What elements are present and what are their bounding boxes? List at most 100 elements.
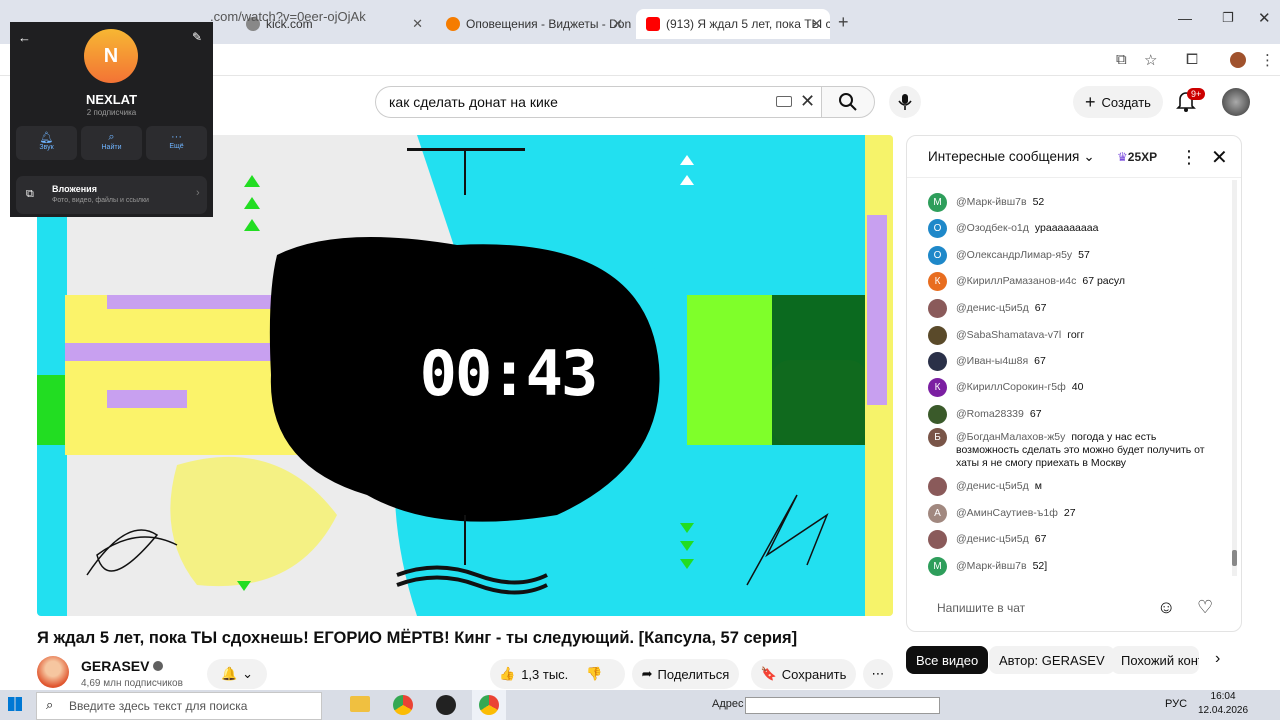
subscriber-count: 4,69 млн подписчиков [81,678,183,689]
chat-author-avatar[interactable]: M [928,557,947,576]
back-arrow-icon[interactable]: ← [18,30,31,45]
chat-message: О @Озодбек-о1д урааааааааа [928,219,1218,238]
chat-author-avatar[interactable]: О [928,219,947,238]
chat-scrollbar[interactable] [1232,180,1237,576]
chat-author-name[interactable]: @Roma28339 [956,408,1024,420]
chrome-icon [479,695,499,715]
chat-author-avatar[interactable]: M [928,193,947,212]
share-button[interactable]: ➦ Поделиться [632,659,739,689]
chat-author-name[interactable]: @Марк-йвш7в [956,196,1027,208]
chat-author-avatar[interactable] [928,352,947,371]
chat-author-name[interactable]: @КириллСорокин-г5ф [956,381,1066,393]
edit-pencil-icon[interactable]: ✎ [192,30,202,44]
tab-youtube[interactable]: (913) Я ждал 5 лет, пока ТЫ сд ✕ [636,9,830,39]
menu-dots-icon[interactable]: ⋮ [1260,51,1275,69]
chat-author-name[interactable]: @Марк-йвш7в [956,560,1027,572]
chat-author-avatar[interactable] [928,299,947,318]
chip-author[interactable]: Автор: GERASEV [989,646,1115,674]
chrome-icon[interactable] [393,695,413,715]
taskbar-search-input[interactable]: Введите здесь текст для поиска [36,692,322,720]
attachments-row[interactable]: ⧉ Вложения Фото, видео, файлы и ссылки › [16,176,207,214]
language-indicator[interactable]: РУС [1165,698,1187,710]
address-toolbar-input[interactable] [745,697,940,714]
close-tab-icon[interactable]: ✕ [811,16,822,32]
like-button[interactable]: 👍 1,3 тыс. [499,666,568,682]
windows-start-icon[interactable] [8,697,22,711]
chat-message-body: @Марк-йвш7в 52 [956,196,1044,209]
close-tab-icon[interactable]: ✕ [412,16,423,32]
subscribe-bell-button[interactable]: 🔔 ⌄ [207,659,267,689]
xp-badge[interactable]: ♛25XP [1117,150,1157,164]
file-explorer-icon[interactable] [350,696,370,712]
chat-message-text: 40 [1071,381,1084,393]
chevron-right-icon[interactable]: › [1215,650,1220,668]
scroll-thumb[interactable] [1232,550,1237,566]
chat-author-avatar[interactable] [928,405,947,424]
system-clock[interactable]: 16:04 12.04.2026 [1198,690,1248,718]
install-icon[interactable]: ⧉ [1116,51,1127,68]
chat-message-body: @денис-ц5и5д м [956,480,1042,493]
channel-avatar[interactable] [37,656,69,688]
chrome-active-app[interactable] [472,690,506,720]
chat-author-avatar[interactable]: К [928,378,947,397]
chat-author-name[interactable]: @денис-ц5и5д [956,302,1029,314]
more-label: Ещё [169,143,184,150]
chat-author-name[interactable]: @Иван-ы4ш8я [956,355,1028,367]
search-button[interactable] [821,86,875,118]
account-avatar[interactable] [1222,88,1250,116]
chat-author-avatar[interactable] [928,326,947,345]
profile-icon[interactable] [1230,52,1246,68]
dislike-button[interactable]: 👎 [586,666,602,682]
chat-author-avatar[interactable] [928,477,947,496]
channel-name[interactable]: GERASEV [81,658,164,674]
chat-author-name[interactable]: @БогданМалахов-ж5у [956,431,1065,443]
donationalerts-icon [446,17,460,31]
obs-icon[interactable] [436,695,456,715]
chip-all-videos[interactable]: Все видео [906,646,989,674]
chat-author-name[interactable]: @SabaShamatava-v7l [956,329,1061,341]
chat-input[interactable]: Напишите в чат [928,596,1158,620]
bell-icon: 🔔︎ [39,132,54,144]
new-tab-button[interactable]: + [838,12,849,33]
more-button[interactable]: ··· Ещё [146,126,207,160]
clear-search-icon[interactable]: ✕ [800,91,815,112]
save-button[interactable]: 🔖 Сохранить [751,659,856,689]
chat-mode-label[interactable]: Интересные сообщения [928,149,1079,164]
chat-author-name[interactable]: @КириллРамазанов-и4с [956,275,1076,287]
chat-message-text: 52] [1032,560,1048,572]
extensions-icon[interactable]: ⧠ [1186,51,1198,68]
bookmark-star-icon[interactable]: ☆ [1144,51,1157,69]
minimize-icon[interactable]: — [1178,10,1192,26]
chat-author-avatar[interactable]: О [928,246,947,265]
keyboard-icon[interactable] [776,96,792,107]
maximize-icon[interactable]: ❐ [1222,10,1234,26]
chat-author-name[interactable]: @денис-ц5и5д [956,533,1029,545]
chat-author-avatar[interactable]: Б [928,428,947,447]
close-chat-icon[interactable]: ✕ [1211,145,1228,170]
emoji-icon[interactable]: ☺ [1157,597,1175,618]
close-window-icon[interactable]: ✕ [1258,9,1271,27]
url-field[interactable]: .com/watch?v=0eer-ojOjAk [210,9,366,24]
create-button[interactable]: + Создать [1073,86,1163,118]
find-button[interactable]: ⌕ Найти [81,126,142,160]
more-dots-icon: ⋯ [871,666,885,681]
search-input[interactable]: как сделать донат на кике [375,86,822,118]
chat-author-avatar[interactable] [928,530,947,549]
close-tab-icon[interactable]: ✕ [612,16,623,32]
more-actions-button[interactable]: ⋯ [863,659,893,689]
sound-button[interactable]: 🔔︎ Звук [16,126,77,160]
chat-author-avatar[interactable]: К [928,272,947,291]
chat-author-name[interactable]: @Озодбек-о1д [956,222,1029,234]
tab-donationalerts[interactable]: Оповещения - Виджеты - Don ✕ [436,9,631,39]
chat-menu-icon[interactable]: ⋮ [1180,147,1198,168]
chat-author-avatar[interactable]: А [928,504,947,523]
chat-author-name[interactable]: @ОлександрЛимар-я5у [956,249,1072,261]
heart-icon[interactable]: ♡ [1197,597,1213,618]
thumbs-down-icon: 👎 [586,666,603,681]
chevron-down-icon[interactable]: ⌄ [1083,149,1094,165]
chip-related[interactable]: Похожий конт [1111,646,1199,674]
search-icon: ⌕ [108,131,115,143]
chat-author-name[interactable]: @денис-ц5и5д [956,480,1029,492]
chat-author-name[interactable]: @АминСаутиев-ъ1ф [956,507,1058,519]
voice-search-button[interactable] [889,86,921,118]
